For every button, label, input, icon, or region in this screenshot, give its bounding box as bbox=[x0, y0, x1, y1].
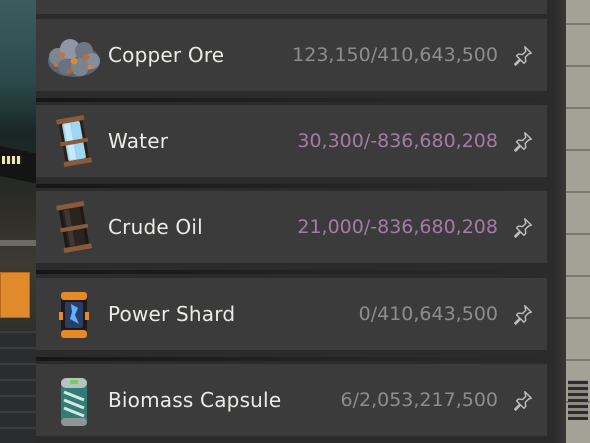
orange-sign bbox=[0, 272, 30, 318]
list-item-partial bbox=[36, 0, 547, 14]
pin-icon[interactable] bbox=[512, 216, 534, 238]
power-shard-icon bbox=[59, 292, 89, 338]
list-item-power-shard[interactable]: Power Shard 0/410,643,500 bbox=[36, 278, 547, 350]
item-name: Crude Oil bbox=[108, 215, 203, 239]
factory-floor bbox=[0, 330, 38, 443]
item-amount: 123,150/410,643,500 bbox=[292, 44, 498, 66]
game-screen: Copper Ore 123,150/410,643,500 Water 30,… bbox=[0, 0, 590, 443]
item-name: Copper Ore bbox=[108, 43, 225, 67]
pin-icon[interactable] bbox=[512, 44, 534, 66]
copper-ore-icon bbox=[48, 39, 100, 77]
row-divider bbox=[36, 357, 547, 361]
item-name: Biomass Capsule bbox=[108, 388, 282, 412]
item-amount: 30,300/-836,680,208 bbox=[297, 130, 498, 152]
biomass-capsule-icon bbox=[61, 378, 87, 426]
item-amount: 21,000/-836,680,208 bbox=[297, 216, 498, 238]
pin-icon[interactable] bbox=[512, 303, 534, 325]
list-item-copper-ore[interactable]: Copper Ore 123,150/410,643,500 bbox=[36, 19, 547, 91]
wall-vent bbox=[568, 380, 588, 420]
row-divider bbox=[36, 270, 547, 274]
list-item-water[interactable]: Water 30,300/-836,680,208 bbox=[36, 105, 547, 177]
structure-beam bbox=[0, 145, 38, 185]
list-item-crude-oil[interactable]: Crude Oil 21,000/-836,680,208 bbox=[36, 191, 547, 263]
item-amount: 6/2,053,217,500 bbox=[340, 389, 499, 411]
item-amount: 0/410,643,500 bbox=[358, 303, 498, 325]
item-name: Water bbox=[108, 129, 169, 153]
inventory-list-panel: Copper Ore 123,150/410,643,500 Water 30,… bbox=[36, 0, 556, 443]
pin-icon[interactable] bbox=[512, 389, 534, 411]
walkway-rail bbox=[0, 240, 38, 246]
item-name: Power Shard bbox=[108, 302, 236, 326]
row-divider bbox=[36, 184, 547, 188]
ceiling-lights bbox=[2, 156, 22, 164]
pin-icon[interactable] bbox=[512, 130, 534, 152]
packaged-oil-icon bbox=[56, 201, 92, 253]
list-item-biomass-capsule[interactable]: Biomass Capsule 6/2,053,217,500 bbox=[36, 364, 547, 436]
wall-panel bbox=[566, 0, 590, 443]
row-divider bbox=[36, 98, 547, 102]
game-world-background-left bbox=[0, 0, 38, 443]
packaged-water-icon bbox=[56, 115, 92, 167]
